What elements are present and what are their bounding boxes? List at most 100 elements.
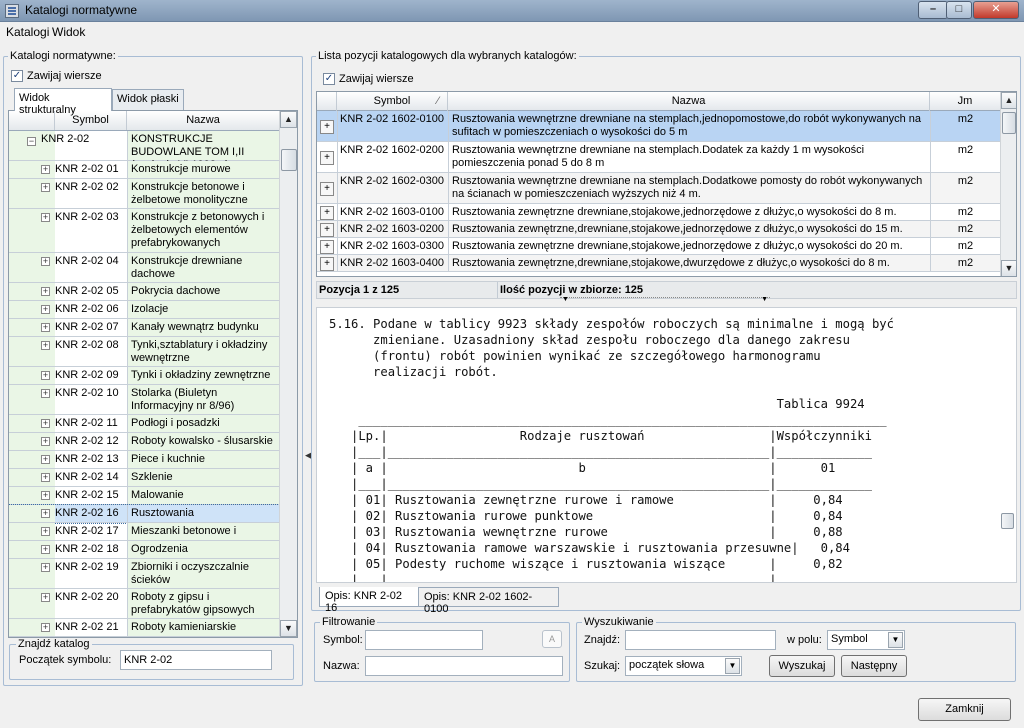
tree-row[interactable]: + KNR 2-02 11 Podłogi i posadzki <box>9 415 279 433</box>
tree-row[interactable]: − KNR 2-02 KONSTRUKCJE BUDOWLANE TOM I,II … <box>9 131 279 171</box>
chevron-down-icon-mode[interactable]: ▼ <box>725 658 740 674</box>
expand-icon[interactable]: + <box>41 473 50 482</box>
right-wrap-checkbox[interactable]: ✓ <box>323 73 335 85</box>
expand-icon[interactable]: + <box>41 437 50 446</box>
splitter-horizontal[interactable]: ▼ ▼ <box>560 296 770 305</box>
expand-row-icon[interactable]: + <box>320 120 334 134</box>
minimize-button[interactable]: – <box>918 1 948 19</box>
tab-structural-view[interactable]: Widok strukturalny <box>14 88 112 116</box>
left-wrap-checkbox[interactable]: ✓ <box>11 70 23 82</box>
grid-header-symbol[interactable]: Symbol ⁄ <box>337 92 448 111</box>
filter-case-toggle-icon[interactable]: A <box>542 630 562 648</box>
menu-widok[interactable]: Widok <box>52 25 85 39</box>
grid-scroll-up-icon[interactable]: ▲ <box>1001 92 1016 109</box>
grid-header-jm[interactable]: Jm <box>930 92 1000 111</box>
tree-header-name[interactable]: Nazwa <box>127 111 279 130</box>
tree-row[interactable]: + KNR 2-02 17 Mieszanki betonowe i zaprawy <box>9 523 279 550</box>
maximize-button[interactable]: □ <box>946 1 972 19</box>
tree-row[interactable]: + KNR 2-02 12 Roboty kowalsko - ślusarskie <box>9 433 279 451</box>
expand-row-icon[interactable]: + <box>320 151 334 165</box>
grid-header-name[interactable]: Nazwa <box>448 92 930 111</box>
tree-row[interactable]: + KNR 2-02 06 Izolacje <box>9 301 279 319</box>
expand-icon[interactable]: + <box>41 563 50 572</box>
tab-flat-view[interactable]: Widok płaski <box>112 89 184 110</box>
tree-row[interactable]: + KNR 2-02 21 Roboty kamieniarskie <box>9 619 279 637</box>
expand-icon[interactable]: + <box>41 257 50 266</box>
tree-row[interactable]: + KNR 2-02 01 Konstrukcje murowe <box>9 161 279 179</box>
filter-symbol-input[interactable] <box>365 630 483 650</box>
expand-icon[interactable]: + <box>41 593 50 602</box>
expand-icon[interactable]: + <box>41 305 50 314</box>
tree-row[interactable]: + KNR 2-02 20 Roboty z gipsu i prefabrykat… <box>9 589 279 619</box>
grid-row[interactable]: + KNR 2-02 1603-0400 Rusztowania zewnętrzn… <box>317 255 1000 272</box>
search-mode-select[interactable]: początek słowa ▼ <box>625 656 742 676</box>
expand-icon[interactable]: + <box>41 389 50 398</box>
grid-row[interactable]: + KNR 2-02 1603-0200 Rusztowania zewnętrzn… <box>317 221 1000 238</box>
expand-row-icon[interactable]: + <box>320 182 334 196</box>
expand-icon[interactable]: + <box>41 419 50 428</box>
menu-katalogi[interactable]: Katalogi <box>6 25 49 39</box>
desc-tab-catalog[interactable]: Opis: KNR 2-02 16 <box>319 587 419 614</box>
tree-row[interactable]: + KNR 2-02 15 Malowanie <box>9 487 279 505</box>
expand-icon[interactable]: + <box>41 545 50 554</box>
tree-row[interactable]: + KNR 2-02 07 Kanały wewnątrz budynku <box>9 319 279 337</box>
grid-row[interactable]: + KNR 2-02 1602-0200 Rusztowania wewnętrzn… <box>317 142 1000 173</box>
search-button[interactable]: Wyszukaj <box>769 655 835 677</box>
tree-row[interactable]: + KNR 2-02 05 Pokrycia dachowe <box>9 283 279 301</box>
desc-tab-position[interactable]: Opis: KNR 2-02 1602-0100 <box>419 587 559 615</box>
tree-row[interactable]: + KNR 2-02 04 Konstrukcje drewniane dachow… <box>9 253 279 283</box>
find-catalog-input[interactable] <box>120 650 272 670</box>
expand-icon[interactable]: + <box>41 509 50 518</box>
tree-row[interactable]: + KNR 2-02 10 Stolarka (Biuletyn Informacy… <box>9 385 279 415</box>
tree-row[interactable]: + KNR 2-02 13 Piece i kuchnie <box>9 451 279 469</box>
tree-row[interactable]: + KNR 2-02 19 Zbiorniki i oczyszczalnie śc… <box>9 559 279 589</box>
grid-scrollbar[interactable]: ▲ ▼ <box>1000 92 1016 276</box>
description-scroll-thumb[interactable] <box>1001 513 1014 529</box>
tree-scroll-up-icon[interactable]: ▲ <box>280 111 297 128</box>
search-field-select[interactable]: Symbol ▼ <box>827 630 905 650</box>
tree-row[interactable]: + KNR 2-02 03 Konstrukcje z betonowych i ż… <box>9 209 279 253</box>
chevron-down-icon[interactable]: ▼ <box>888 632 903 648</box>
splitter-down-icon-2[interactable]: ▼ <box>761 296 768 303</box>
expand-row-icon[interactable]: + <box>320 240 334 254</box>
expand-icon[interactable]: + <box>41 213 50 222</box>
tree-row[interactable]: + KNR 2-02 08 Tynki,sztablatury i okładzin… <box>9 337 279 367</box>
expand-icon[interactable]: + <box>41 371 50 380</box>
grid-scroll-thumb[interactable] <box>1002 112 1016 134</box>
tree-row[interactable]: + KNR 2-02 14 Szklenie <box>9 469 279 487</box>
filter-name-input[interactable] <box>365 656 563 676</box>
tree-scroll-down-icon[interactable]: ▼ <box>280 620 297 637</box>
expand-icon[interactable]: + <box>41 455 50 464</box>
search-find-input[interactable] <box>625 630 776 650</box>
expand-icon[interactable]: + <box>41 527 50 536</box>
grid-row[interactable]: + KNR 2-02 1603-0300 Rusztowania zewnętrzn… <box>317 238 1000 255</box>
description-scrollbar[interactable] <box>999 308 1016 582</box>
expand-icon[interactable]: + <box>41 287 50 296</box>
expand-icon[interactable]: + <box>41 341 50 350</box>
tree-row[interactable]: + KNR 2-02 16 Rusztowania <box>9 504 279 524</box>
title-bar[interactable]: Katalogi normatywne – □ ✕ <box>0 0 1024 22</box>
expand-row-icon[interactable]: + <box>320 206 334 220</box>
close-button[interactable]: Zamknij <box>918 698 1011 721</box>
next-button[interactable]: Następny <box>841 655 907 677</box>
close-window-button[interactable]: ✕ <box>973 1 1019 19</box>
grid-scroll-down-icon[interactable]: ▼ <box>1001 260 1016 276</box>
tree-row[interactable]: + KNR 2-02 18 Ogrodzenia <box>9 541 279 559</box>
tree-scroll-thumb[interactable] <box>281 149 297 171</box>
expand-icon[interactable]: + <box>41 323 50 332</box>
tree-row[interactable]: + KNR 2-02 09 Tynki i okładziny zewnętrzne <box>9 367 279 385</box>
splitter-down-icon[interactable]: ▼ <box>562 296 569 303</box>
expand-icon[interactable]: + <box>41 165 50 174</box>
grid-row[interactable]: + KNR 2-02 1602-0100 Rusztowania wewnętrzn… <box>317 111 1000 142</box>
expand-row-icon[interactable]: + <box>320 257 334 271</box>
grid-row[interactable]: + KNR 2-02 1603-0100 Rusztowania zewnętrzn… <box>317 204 1000 221</box>
expand-icon[interactable]: + <box>41 491 50 500</box>
tree-row-name: Szklenie <box>127 469 279 486</box>
collapse-icon[interactable]: − <box>27 137 36 146</box>
expand-icon[interactable]: + <box>41 183 50 192</box>
expand-icon[interactable]: + <box>41 623 50 632</box>
tree-scrollbar[interactable]: ▲ ▼ <box>279 111 297 637</box>
expand-row-icon[interactable]: + <box>320 223 334 237</box>
grid-row[interactable]: + KNR 2-02 1602-0300 Rusztowania wewnętrzn… <box>317 173 1000 204</box>
tree-row[interactable]: + KNR 2-02 02 Konstrukcje betonowe i żelbe… <box>9 179 279 209</box>
